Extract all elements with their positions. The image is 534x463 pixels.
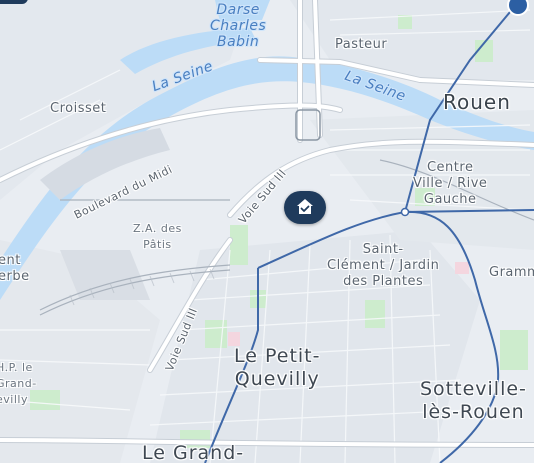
croisset-label: Croisset [50,101,107,116]
za-patis-label: Z.A. des Pâtis [133,222,182,251]
petit-quevilly-label: Le Petit- Quevilly [234,345,321,390]
pasteur-label: Pasteur [335,37,388,52]
darse-label: Darse Charles Babin [210,2,267,50]
top-left-control[interactable] [0,0,28,4]
sotteville-label: Sotteville-lès-Rouen [420,378,527,423]
home-check-icon[interactable] [284,191,326,224]
ent-erbe-label: ent erbe [0,253,30,284]
map-canvas[interactable]: Darse Charles Babin Pasteur Croisset La Se… [0,0,534,463]
saint-clement-label: Saint- Clément / Jardin des Plantes [327,242,440,289]
hp-grand-label: H.P. leGrand-evilly [0,361,37,406]
home-check-glyph [297,199,313,214]
gramm-label: Gramm [489,265,534,280]
le-grand-label: Le Grand- [142,442,245,463]
rouen-label: Rouen [443,90,511,114]
centre-ville-label: Centre Ville / Rive Gauche [413,160,488,207]
